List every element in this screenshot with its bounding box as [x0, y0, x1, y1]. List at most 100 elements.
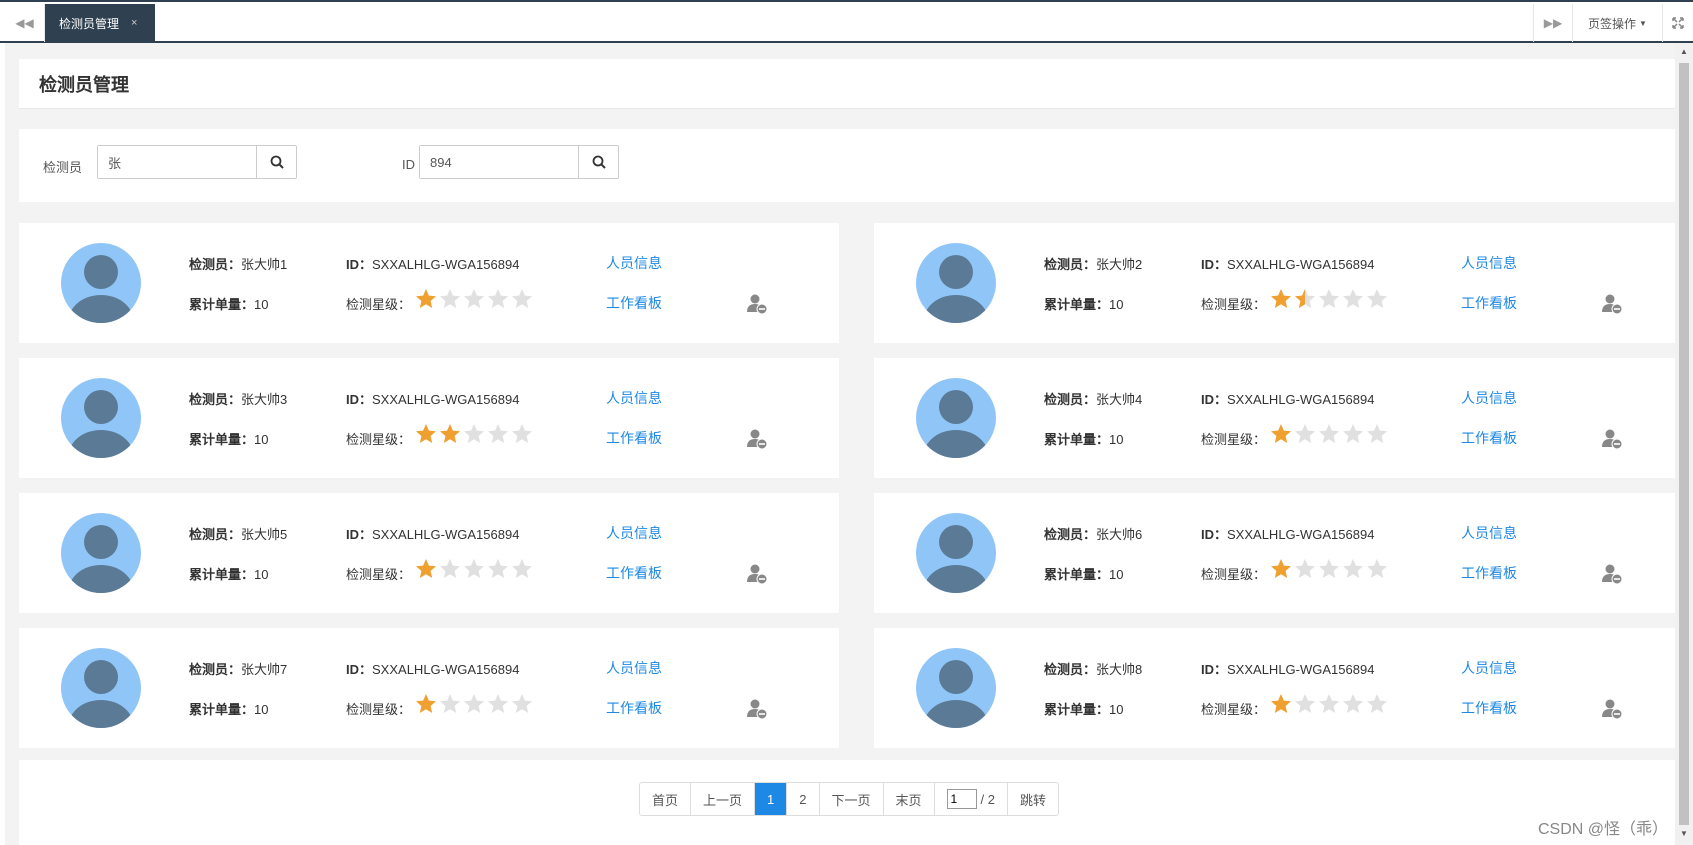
page-2-button[interactable]: 2: [787, 783, 820, 815]
person-info-link[interactable]: 人员信息: [606, 523, 662, 543]
remove-user-icon[interactable]: [746, 563, 768, 585]
star-rating: [414, 557, 534, 581]
remove-user-icon[interactable]: [1601, 563, 1623, 585]
person-info-link[interactable]: 人员信息: [606, 658, 662, 678]
next-page-button[interactable]: 下一页: [820, 783, 884, 815]
star-icon: [1295, 289, 1315, 308]
total-orders: 累计单量：10: [1044, 702, 1124, 717]
star-icon: [1319, 559, 1339, 578]
tab-scroll-right-button[interactable]: ▶▶: [1533, 4, 1573, 42]
work-board-link[interactable]: 工作看板: [606, 563, 662, 583]
star-icon: [512, 424, 532, 443]
remove-user-icon[interactable]: [746, 293, 768, 315]
work-board-link[interactable]: 工作看板: [606, 428, 662, 448]
total-orders: 累计单量：10: [189, 432, 269, 447]
avatar: [916, 513, 996, 593]
work-board-link[interactable]: 工作看板: [1461, 698, 1517, 718]
inspector-id: ID：SXXALHLG-WGA156894: [1201, 257, 1375, 272]
person-info-link[interactable]: 人员信息: [606, 253, 662, 273]
close-icon[interactable]: ×: [131, 17, 137, 29]
star-icon: [464, 289, 484, 308]
total-orders: 累计单量：10: [189, 567, 269, 582]
inspector-name: 检测员：张大帅2: [1044, 257, 1143, 272]
id-search-button[interactable]: [578, 146, 618, 178]
avatar: [61, 648, 141, 728]
pagination: 首页 上一页 1 2 下一页 末页 / 2 跳转: [639, 782, 1060, 816]
remove-user-icon[interactable]: [1601, 293, 1623, 315]
total-orders: 累计单量：10: [1044, 567, 1124, 582]
person-info-link[interactable]: 人员信息: [1461, 253, 1517, 273]
star-icon: [1319, 289, 1339, 308]
inspector-id: ID：SXXALHLG-WGA156894: [346, 392, 520, 407]
double-chevron-right-icon: ▶▶: [1543, 16, 1563, 30]
tab-inspector-management[interactable]: 检测员管理 ×: [45, 4, 155, 42]
star-icon: [1319, 694, 1339, 713]
content-area: 检测员管理 检测员 ID 检测员：张大帅1 累计单量：10 ID：SXXALHL…: [5, 43, 1675, 845]
star-icon: [1319, 424, 1339, 443]
star-icon: [416, 289, 436, 308]
avatar: [916, 378, 996, 458]
inspector-id: ID：SXXALHLG-WGA156894: [1201, 527, 1375, 542]
star-rating: [1269, 422, 1389, 446]
tab-scroll-left-button[interactable]: ◀◀: [5, 4, 45, 42]
scroll-up-arrow-icon[interactable]: ▲: [1679, 47, 1689, 59]
scroll-down-arrow-icon[interactable]: ▼: [1679, 829, 1689, 841]
remove-user-icon[interactable]: [1601, 428, 1623, 450]
star-icon: [416, 559, 436, 578]
page-jump-input[interactable]: [946, 789, 977, 809]
person-info-link[interactable]: 人员信息: [1461, 658, 1517, 678]
work-board-link[interactable]: 工作看板: [1461, 563, 1517, 583]
pagination-panel: 首页 上一页 1 2 下一页 末页 / 2 跳转: [19, 760, 1675, 845]
person-info-link[interactable]: 人员信息: [1461, 523, 1517, 543]
star-icon: [1367, 694, 1387, 713]
remove-user-icon[interactable]: [746, 698, 768, 720]
rating-label: 检测星级：: [1201, 432, 1267, 447]
remove-user-icon[interactable]: [746, 428, 768, 450]
caret-down-icon: ▼: [1639, 18, 1647, 28]
id-search-input[interactable]: [420, 146, 578, 178]
total-orders: 累计单量：10: [1044, 432, 1124, 447]
vertical-scrollbar[interactable]: ▲ ▼: [1675, 43, 1693, 845]
star-rating: [414, 692, 534, 716]
id-search-box: [419, 145, 619, 179]
star-icon: [416, 694, 436, 713]
first-page-button[interactable]: 首页: [640, 783, 692, 815]
scroll-thumb[interactable]: [1679, 63, 1689, 825]
page-jump-group: / 2: [935, 783, 1008, 815]
inspector-search-box: [97, 145, 297, 179]
inspector-card: 检测员：张大帅1 累计单量：10 ID：SXXALHLG-WGA156894 检…: [19, 223, 839, 343]
search-icon: [592, 155, 606, 169]
star-icon: [1295, 559, 1315, 578]
star-icon: [440, 559, 460, 578]
page-total: / 2: [980, 791, 995, 807]
star-icon: [416, 424, 436, 443]
work-board-link[interactable]: 工作看板: [1461, 428, 1517, 448]
work-board-link[interactable]: 工作看板: [606, 293, 662, 313]
inspector-card: 检测员：张大帅3 累计单量：10 ID：SXXALHLG-WGA156894 检…: [19, 358, 839, 478]
avatar: [916, 648, 996, 728]
inspector-name: 检测员：张大帅6: [1044, 527, 1143, 542]
last-page-button[interactable]: 末页: [884, 783, 935, 815]
star-rating: [414, 422, 534, 446]
prev-page-button[interactable]: 上一页: [691, 783, 756, 815]
work-board-link[interactable]: 工作看板: [1461, 293, 1517, 313]
star-icon: [440, 424, 460, 443]
star-icon: [464, 694, 484, 713]
inspector-search-button[interactable]: [256, 146, 296, 178]
tab-operations-dropdown[interactable]: 页签操作 ▼: [1573, 4, 1663, 42]
star-icon: [1367, 559, 1387, 578]
star-rating: [1269, 287, 1389, 311]
star-icon: [1343, 289, 1363, 308]
remove-user-icon[interactable]: [1601, 698, 1623, 720]
inspector-search-input[interactable]: [98, 146, 256, 178]
star-icon: [1271, 559, 1291, 578]
fullscreen-button[interactable]: [1663, 4, 1693, 42]
inspector-name: 检测员：张大帅1: [189, 257, 288, 272]
page-1-button[interactable]: 1: [755, 783, 788, 815]
jump-button[interactable]: 跳转: [1008, 783, 1058, 815]
person-info-link[interactable]: 人员信息: [1461, 388, 1517, 408]
inspector-search-label: 检测员: [43, 160, 83, 175]
person-info-link[interactable]: 人员信息: [606, 388, 662, 408]
work-board-link[interactable]: 工作看板: [606, 698, 662, 718]
inspector-card: 检测员：张大帅8 累计单量：10 ID：SXXALHLG-WGA156894 检…: [874, 628, 1675, 748]
